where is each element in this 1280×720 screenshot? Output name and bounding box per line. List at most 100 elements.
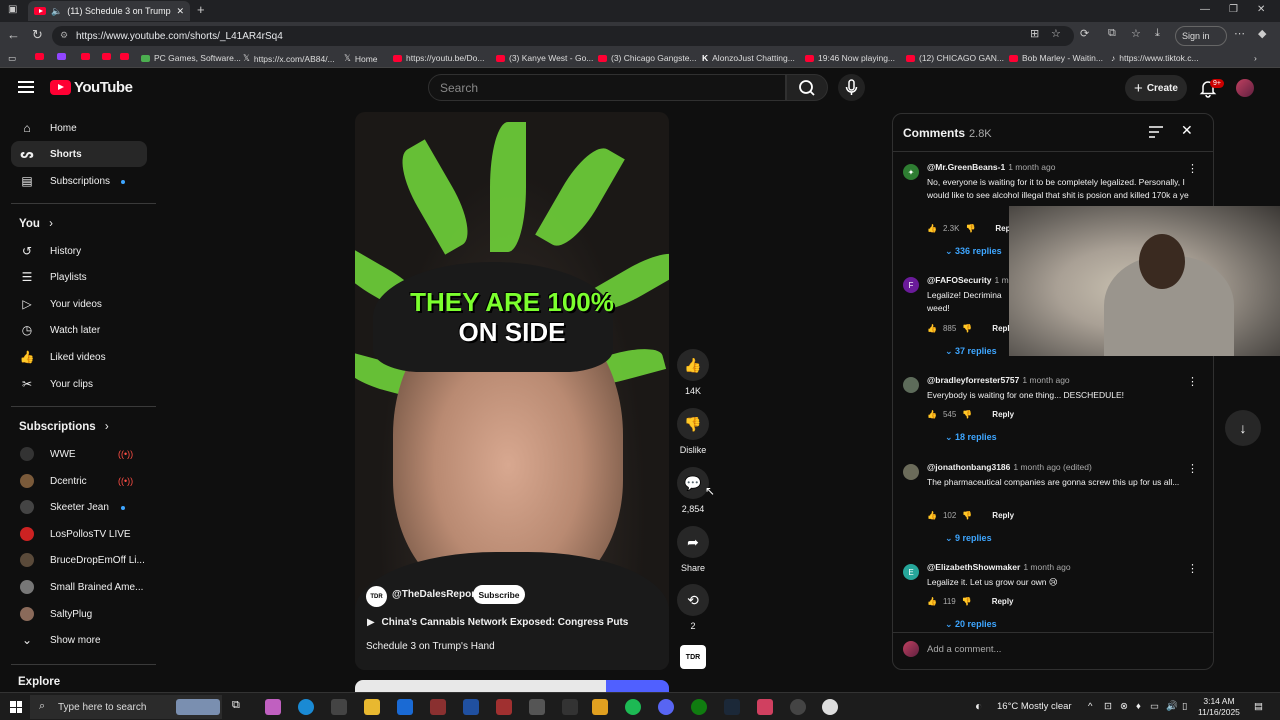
outlook-icon[interactable] bbox=[397, 699, 413, 715]
bookmark-yt4-icon[interactable] bbox=[120, 53, 129, 60]
new-tab-icon[interactable]: + bbox=[197, 2, 205, 17]
sidebar-sub-skeeter-jean[interactable]: Skeeter Jean bbox=[11, 494, 147, 520]
comment-author[interactable]: @bradleyforrester5757 1 month ago bbox=[927, 375, 1070, 385]
comment-menu-icon[interactable]: ⋮ bbox=[1187, 162, 1198, 175]
app-icon[interactable] bbox=[463, 699, 479, 715]
comment-author[interactable]: @ElizabethShowmaker 1 month ago bbox=[927, 562, 1071, 572]
xbox-icon[interactable] bbox=[691, 699, 707, 715]
video-title[interactable]: ▶ China's Cannabis Network Exposed: Cong… bbox=[367, 617, 628, 628]
app-icon[interactable] bbox=[496, 699, 512, 715]
commenter-avatar[interactable] bbox=[903, 464, 919, 480]
commenter-avatar[interactable]: F bbox=[903, 277, 919, 293]
sidebar-sub-lospollostv[interactable]: LosPollosTV LIVE bbox=[11, 521, 147, 547]
comment-dislike-icon[interactable]: 👎 bbox=[962, 597, 972, 606]
remix-icon[interactable]: ⟲ bbox=[677, 584, 709, 616]
discord-icon[interactable] bbox=[658, 699, 674, 715]
bookmark-6[interactable]: K AlonzoJust Chatting... bbox=[702, 53, 795, 63]
like-action[interactable]: 👍 14K bbox=[677, 349, 709, 396]
app-icon[interactable] bbox=[757, 699, 773, 715]
edge-browser-icon[interactable] bbox=[298, 699, 314, 715]
task-view-icon[interactable]: ⧉ bbox=[232, 699, 248, 715]
bookmark-3[interactable]: https://youtu.be/Do... bbox=[393, 53, 484, 63]
split-screen-icon[interactable]: ⧉ bbox=[1108, 27, 1116, 40]
bookmark-yt3-icon[interactable] bbox=[102, 53, 111, 60]
share-action[interactable]: ➦ Share bbox=[677, 526, 709, 573]
commenter-avatar[interactable]: ✦ bbox=[903, 164, 919, 180]
store-icon[interactable] bbox=[331, 699, 347, 715]
search-button[interactable] bbox=[786, 74, 828, 101]
channel-avatar[interactable]: TDR bbox=[366, 586, 387, 607]
sidebar-item-watch-later[interactable]: ◷ Watch later bbox=[11, 317, 147, 343]
thumbs-down-icon[interactable]: 👎 bbox=[677, 408, 709, 440]
browser-tab-active[interactable]: 🔈 (11) Schedule 3 on Trump's H ✕ bbox=[28, 1, 190, 21]
tray-app-icon[interactable]: ♦ bbox=[1136, 701, 1141, 712]
bookmark-yt-icon[interactable] bbox=[35, 53, 44, 60]
bookmark-2[interactable]: 𝕏 Home bbox=[344, 53, 378, 64]
comment-like-icon[interactable]: 👍 bbox=[927, 511, 937, 520]
view-replies-button[interactable]: ⌄ 37 replies bbox=[945, 346, 997, 357]
reload-icon[interactable]: ↻ bbox=[32, 27, 43, 43]
comment-like-icon[interactable]: 👍 bbox=[927, 324, 937, 333]
sidebar-item-your-videos[interactable]: ▷ Your videos bbox=[11, 291, 147, 317]
comment-menu-icon[interactable]: ⋮ bbox=[1187, 375, 1198, 388]
bookmarks-overflow-icon[interactable]: › bbox=[1254, 53, 1257, 63]
bookmark-twitch-icon[interactable] bbox=[57, 53, 66, 60]
comment-like-icon[interactable]: 👍 bbox=[927, 597, 937, 606]
downloads-icon[interactable]: ⤓ bbox=[1155, 27, 1160, 40]
comment-like-icon[interactable]: 👍 bbox=[927, 224, 937, 233]
comment-dislike-icon[interactable]: 👎 bbox=[965, 224, 975, 233]
window-menu-icon[interactable]: ▣ bbox=[8, 4, 17, 15]
account-avatar[interactable] bbox=[1236, 79, 1254, 97]
app-icon[interactable] bbox=[790, 699, 806, 715]
remix-action[interactable]: ⟲ 2 bbox=[677, 584, 709, 631]
next-short-preview[interactable] bbox=[355, 680, 669, 692]
site-info-icon[interactable]: ⚙ bbox=[60, 30, 68, 41]
comment-author[interactable]: @jonathonbang3186 1 month ago (edited) bbox=[927, 462, 1092, 472]
view-replies-button[interactable]: ⌄ 336 replies bbox=[945, 246, 1002, 257]
add-comment-input[interactable]: Add a comment... bbox=[903, 641, 1203, 657]
url-field[interactable]: ⚙ https://www.youtube.com/shorts/_L41AR4… bbox=[52, 26, 1074, 46]
sidebar-item-subscriptions[interactable]: ▤ Subscriptions bbox=[11, 168, 147, 194]
commenter-avatar[interactable] bbox=[903, 377, 919, 393]
spotify-icon[interactable] bbox=[625, 699, 641, 715]
tab-close-icon[interactable]: ✕ bbox=[176, 6, 184, 17]
view-replies-button[interactable]: ⌄ 20 replies bbox=[945, 619, 997, 630]
subscriptions-section-title[interactable]: Subscriptions › bbox=[19, 421, 109, 433]
bookmark-yt2-icon[interactable] bbox=[81, 53, 90, 60]
comment-menu-icon[interactable]: ⋮ bbox=[1187, 562, 1198, 575]
bookmark-10[interactable]: ♪ https://www.tiktok.c... bbox=[1111, 53, 1199, 63]
bookmark-0[interactable]: PC Games, Software... bbox=[141, 53, 241, 63]
bookmark-5[interactable]: (3) Chicago Gangste... bbox=[598, 53, 697, 63]
close-window-icon[interactable]: ✕ bbox=[1257, 4, 1265, 15]
network-icon[interactable]: ▭ bbox=[1150, 701, 1159, 712]
system-clock[interactable]: 3:14 AM 11/16/2025 bbox=[1198, 696, 1240, 718]
extensions-icon[interactable]: ⟳ bbox=[1080, 27, 1089, 40]
reply-button[interactable]: Reply bbox=[992, 597, 1014, 606]
notifications-center-icon[interactable]: ▤ bbox=[1254, 701, 1263, 712]
sidebar-item-history[interactable]: ↺ History bbox=[11, 238, 147, 264]
comment-dislike-icon[interactable]: 👎 bbox=[962, 410, 972, 419]
you-section-title[interactable]: You › bbox=[19, 218, 53, 230]
next-video-button[interactable]: ↓ bbox=[1225, 410, 1261, 446]
view-replies-button[interactable]: ⌄ 9 replies bbox=[945, 533, 992, 544]
close-comments-icon[interactable]: ✕ bbox=[1181, 122, 1193, 139]
share-icon[interactable]: ➦ bbox=[677, 526, 709, 558]
app-icon[interactable] bbox=[529, 699, 545, 715]
copilot-app-icon[interactable] bbox=[265, 699, 281, 715]
app-icon[interactable] bbox=[430, 699, 446, 715]
bookmark-1[interactable]: 𝕏https://x.com/AB84/... bbox=[243, 53, 335, 64]
comment-author[interactable]: @FAFOSecurity 1 mo bbox=[927, 275, 1013, 285]
favorites-icon[interactable]: ☆ bbox=[1131, 27, 1141, 40]
bookmarks-menu-icon[interactable]: ▭ bbox=[8, 53, 16, 64]
back-icon[interactable]: ← bbox=[7, 27, 20, 42]
bookmark-8[interactable]: (12) CHICAGO GAN... bbox=[906, 53, 1004, 63]
sound-channel-avatar[interactable]: TDR bbox=[680, 645, 706, 669]
bookmark-4[interactable]: (3) Kanye West - Go... bbox=[496, 53, 593, 63]
volume-icon[interactable]: 🔊 bbox=[1166, 701, 1178, 712]
copilot-icon[interactable]: ◆ bbox=[1258, 27, 1266, 40]
sidebar-item-liked-videos[interactable]: 👍 Liked videos bbox=[11, 344, 147, 370]
bookmark-7[interactable]: 19:46 Now playing... bbox=[805, 53, 895, 63]
comment-menu-icon[interactable]: ⋮ bbox=[1187, 462, 1198, 475]
comment-dislike-icon[interactable]: 👎 bbox=[962, 511, 972, 520]
sidebar-sub-small-brained[interactable]: Small Brained Ame... bbox=[11, 574, 147, 600]
